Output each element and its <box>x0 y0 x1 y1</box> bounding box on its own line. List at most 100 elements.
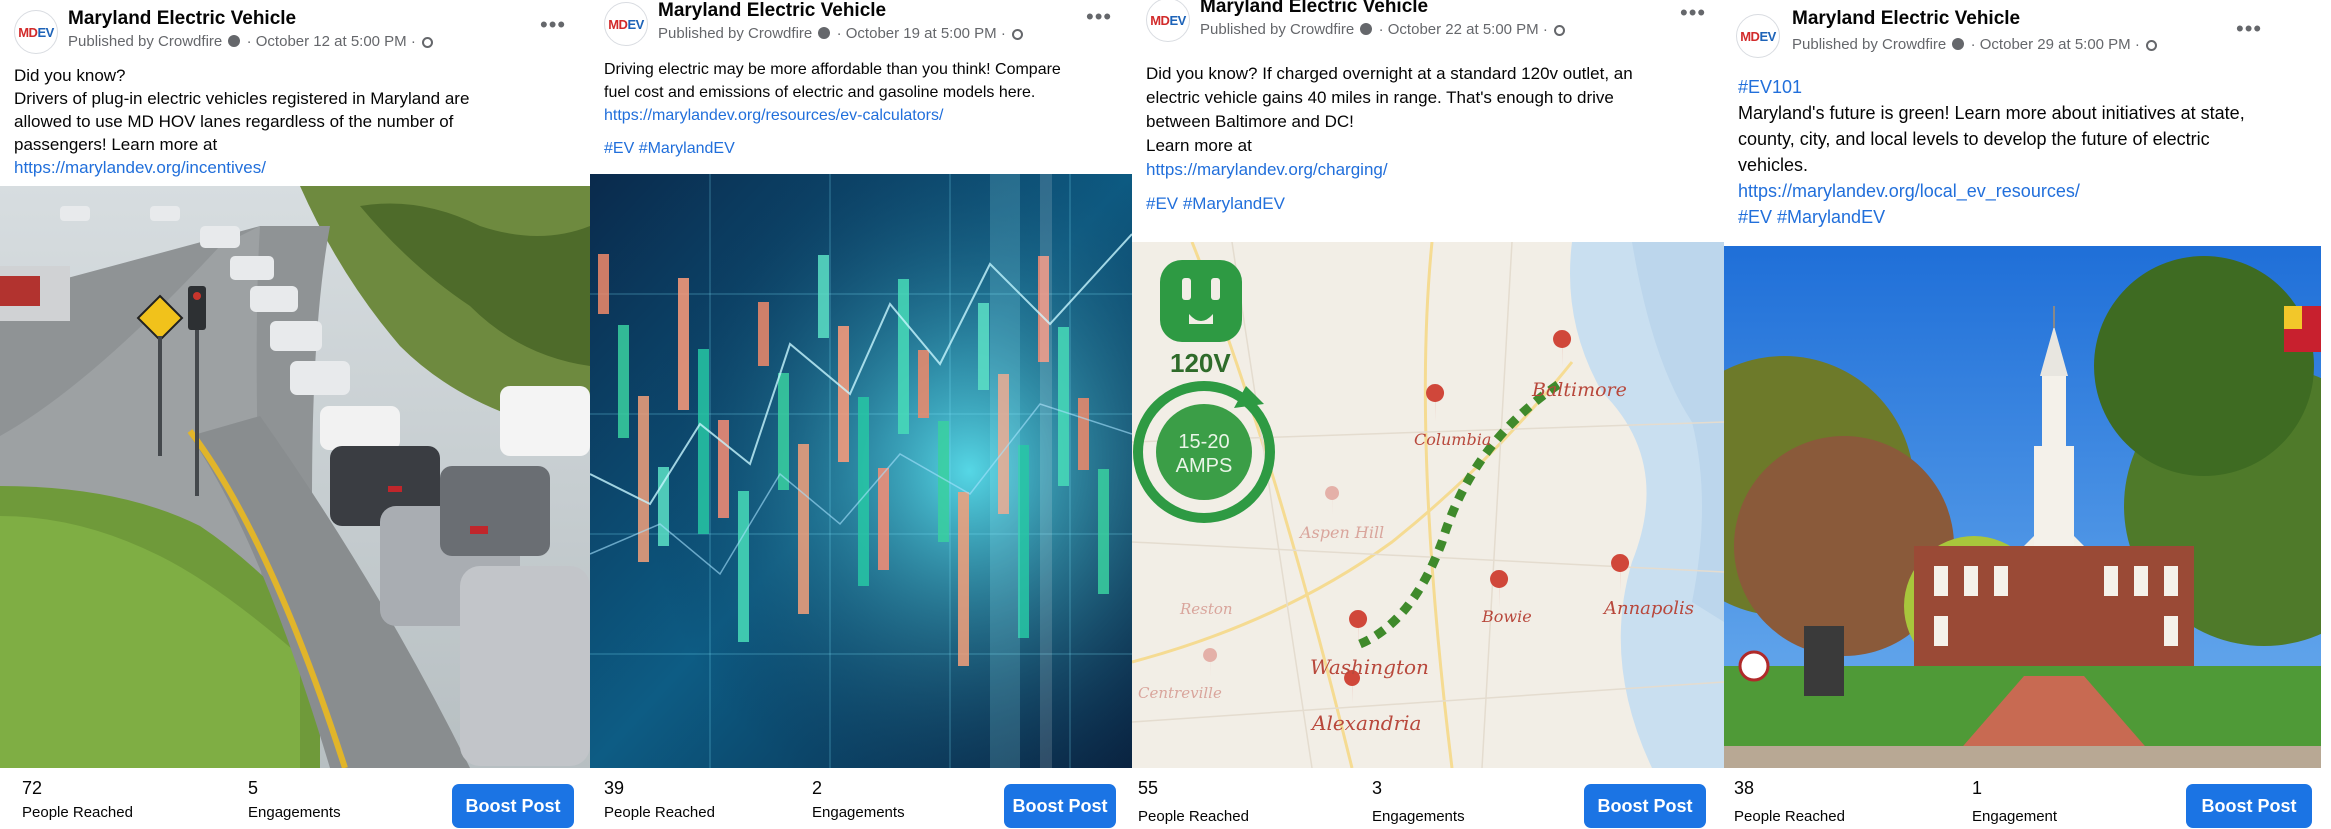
engagements-count: 2 <box>812 778 823 798</box>
page-name[interactable]: Maryland Electric Vehicle <box>1200 0 1428 18</box>
candle-bar <box>658 467 669 546</box>
more-options-icon[interactable]: ••• <box>2236 18 2262 40</box>
text-line: county, city, and local levels to develo… <box>1738 129 2210 149</box>
post-link[interactable]: https://marylandev.org/local_ev_resource… <box>1738 178 2317 204</box>
candle-bar <box>838 326 849 462</box>
state-house-photo[interactable] <box>1724 246 2321 768</box>
published-by: Published by Crowdfire <box>1200 21 1355 38</box>
post-link[interactable]: https://marylandev.org/resources/ev-calc… <box>604 104 1118 127</box>
text-line: fuel cost and emissions of electric and … <box>604 84 1036 101</box>
candle-bar <box>698 349 709 534</box>
candle-bar <box>978 303 989 390</box>
map-label-reston: Reston <box>1179 600 1233 618</box>
people-reached-label: People Reached <box>604 804 715 821</box>
post-card: MDEV Maryland Electric Vehicle Published… <box>1132 0 1724 829</box>
engagements-count: 1 <box>1972 778 1983 798</box>
engagements-label: Engagements <box>812 804 905 821</box>
published-by: Published by Crowdfire <box>1792 36 1947 53</box>
post-date[interactable]: October 22 at 5:00 PM <box>1388 21 1539 38</box>
people-reached-count: 39 <box>604 778 625 798</box>
people-reached-count: 72 <box>22 778 43 798</box>
avatar[interactable]: MDEV <box>1736 14 1780 58</box>
info-icon <box>1360 23 1373 35</box>
people-reached-count: 38 <box>1734 778 1755 798</box>
text-line: vehicles. <box>1738 155 1809 175</box>
text-line: passengers! Learn more at <box>14 135 218 154</box>
published-by: Published by Crowdfire <box>658 25 813 42</box>
people-reached-count: 55 <box>1138 778 1159 798</box>
text-line: between Baltimore and DC! <box>1146 112 1354 131</box>
highway-traffic-photo[interactable] <box>0 186 590 768</box>
page-name[interactable]: Maryland Electric Vehicle <box>658 0 886 22</box>
boost-post-button[interactable]: Boost Post <box>452 784 574 828</box>
candle-bar <box>1058 327 1069 486</box>
post-footer: 55 People Reached 3 Engagements Boost Po… <box>1132 770 1724 829</box>
candle-bar <box>778 373 789 490</box>
candle-bar <box>638 396 649 562</box>
post-hashtag-top[interactable]: #EV101 <box>1738 74 2317 100</box>
published-by: Published by Crowdfire <box>68 33 223 50</box>
financial-chart-graphic[interactable] <box>590 174 1132 768</box>
map-label-bowie: Bowie <box>1481 607 1532 626</box>
amps-value: 15-20 <box>1178 431 1229 453</box>
avatar[interactable]: MDEV <box>604 2 648 46</box>
avatar-logo: MDEV <box>1740 28 1776 44</box>
candle-bar <box>678 278 689 410</box>
candle-bar <box>958 492 969 666</box>
post-card: MDEV Maryland Electric Vehicle Published… <box>1724 0 2331 829</box>
amps-unit: AMPS <box>1176 455 1233 477</box>
more-options-icon[interactable]: ••• <box>1680 2 1706 24</box>
map-label-baltimore: Baltimore <box>1531 379 1627 401</box>
post-card: MDEV Maryland Electric Vehicle Published… <box>0 0 590 829</box>
post-meta: Published by Crowdfire · October 29 at 5… <box>1792 36 2158 53</box>
globe-icon <box>1012 29 1024 40</box>
avatar-logo: MDEV <box>1150 12 1186 28</box>
map-label-centreville: Centreville <box>1138 684 1222 702</box>
post-hashtags[interactable]: #EV #MarylandEV <box>604 137 1118 160</box>
post-text: Did you know? If charged overnight at a … <box>1146 62 1710 216</box>
post-date[interactable]: October 19 at 5:00 PM <box>846 25 997 42</box>
engagements-label: Engagements <box>1372 808 1465 825</box>
candle-bar <box>718 420 729 518</box>
more-options-icon[interactable]: ••• <box>540 14 566 36</box>
charging-map-graphic[interactable]: 120V 15-20 AMPS Baltimore Columbia Bowie… <box>1132 242 1724 768</box>
text-line: allowed to use MD HOV lanes regardless o… <box>14 112 454 131</box>
candle-bar <box>818 255 829 338</box>
map-label-annapolis: Annapolis <box>1602 598 1694 619</box>
post-meta: Published by Crowdfire · October 12 at 5… <box>68 33 434 50</box>
candle-bar <box>918 350 929 418</box>
post-link[interactable]: https://marylandev.org/charging/ <box>1146 158 1710 182</box>
boost-post-button[interactable]: Boost Post <box>2186 784 2312 828</box>
post-footer: 72 People Reached 5 Engagements Boost Po… <box>0 770 590 829</box>
voltage-label: 120V <box>1170 348 1231 378</box>
boost-post-button[interactable]: Boost Post <box>1004 784 1116 828</box>
more-options-icon[interactable]: ••• <box>1086 6 1112 28</box>
post-date[interactable]: October 12 at 5:00 PM <box>256 33 407 50</box>
post-header: MDEV Maryland Electric Vehicle Published… <box>590 0 1132 56</box>
info-icon <box>818 27 831 39</box>
text-line: Maryland's future is green! Learn more a… <box>1738 103 2245 123</box>
post-hashtags[interactable]: #EV #MarylandEV <box>1738 204 2317 230</box>
people-reached-label: People Reached <box>1734 808 1845 825</box>
map-label-aspen-hill: Aspen Hill <box>1298 523 1384 542</box>
candle-bar <box>598 254 609 314</box>
post-card: MDEV Maryland Electric Vehicle Published… <box>590 0 1132 829</box>
avatar-logo: MDEV <box>18 24 54 40</box>
avatar[interactable]: MDEV <box>14 10 58 54</box>
post-hashtags[interactable]: #EV #MarylandEV <box>1146 192 1710 216</box>
boost-post-button[interactable]: Boost Post <box>1584 784 1706 828</box>
avatar-logo: MDEV <box>608 16 644 32</box>
post-header: MDEV Maryland Electric Vehicle Published… <box>1132 0 1724 52</box>
candle-bar <box>618 325 629 438</box>
post-header: MDEV Maryland Electric Vehicle Published… <box>1724 0 2331 64</box>
post-date[interactable]: October 29 at 5:00 PM <box>1980 36 2131 53</box>
post-text: Did you know? Drivers of plug-in electri… <box>14 64 576 179</box>
people-reached-label: People Reached <box>1138 808 1249 825</box>
avatar[interactable]: MDEV <box>1146 0 1190 42</box>
map-label-alexandria: Alexandria <box>1310 711 1421 735</box>
map-label-washington: Washington <box>1310 655 1429 679</box>
post-link[interactable]: https://marylandev.org/incentives/ <box>14 156 576 179</box>
engagements-label: Engagements <box>248 804 341 821</box>
page-name[interactable]: Maryland Electric Vehicle <box>1792 8 2020 30</box>
page-name[interactable]: Maryland Electric Vehicle <box>68 8 296 30</box>
